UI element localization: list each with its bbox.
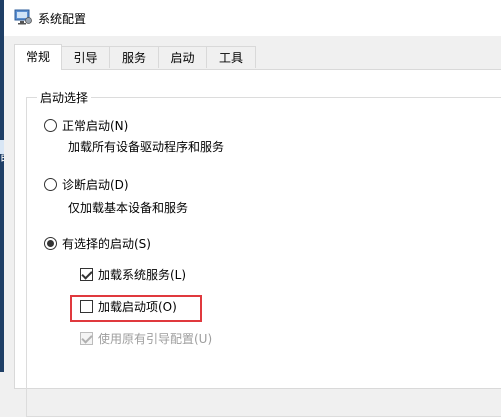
tab-tools[interactable]: 工具 <box>206 46 256 68</box>
tab-boot[interactable]: 引导 <box>61 46 110 68</box>
use-original-boot-config-option[interactable]: 使用原有引导配置(U) <box>80 330 212 347</box>
normal-startup-radio[interactable] <box>44 119 57 132</box>
use-original-boot-config-label: 使用原有引导配置(U) <box>98 332 213 346</box>
normal-startup-option[interactable]: 正常启动(N) <box>44 117 128 134</box>
load-system-services-label: 加载系统服务(L) <box>98 268 187 282</box>
tab-startup[interactable]: 启动 <box>158 46 207 68</box>
selective-startup-radio[interactable] <box>44 237 57 250</box>
window-title: 系统配置 <box>38 12 87 26</box>
load-system-services-checkbox[interactable] <box>80 268 93 281</box>
system-config-app-icon <box>14 9 32 25</box>
normal-startup-description: 加载所有设备驱动程序和服务 <box>68 140 225 154</box>
title-bar[interactable]: 系统配置 <box>4 0 501 36</box>
startup-selection-label: 启动选择 <box>37 89 92 106</box>
diagnostic-startup-option[interactable]: 诊断启动(D) <box>44 176 129 193</box>
system-configuration-window: 系统配置 常规 引导 服务 启动 工具 启动选择 正常启动(N) 加载所有设备驱… <box>4 0 501 417</box>
diagnostic-startup-description: 仅加载基本设备和服务 <box>68 201 189 215</box>
load-system-services-option[interactable]: 加载系统服务(L) <box>80 266 186 283</box>
diagnostic-startup-radio[interactable] <box>44 178 57 191</box>
selective-startup-label: 有选择的启动(S) <box>62 237 151 251</box>
tab-general[interactable]: 常规 <box>14 44 62 70</box>
diagnostic-startup-label: 诊断启动(D) <box>62 178 129 192</box>
use-original-boot-config-checkbox[interactable] <box>80 332 93 345</box>
normal-startup-label: 正常启动(N) <box>62 119 129 133</box>
red-highlight-box <box>70 295 202 322</box>
tab-strip: 常规 引导 服务 启动 工具 <box>14 44 501 70</box>
tab-services[interactable]: 服务 <box>109 46 159 68</box>
selective-startup-option[interactable]: 有选择的启动(S) <box>44 235 151 252</box>
